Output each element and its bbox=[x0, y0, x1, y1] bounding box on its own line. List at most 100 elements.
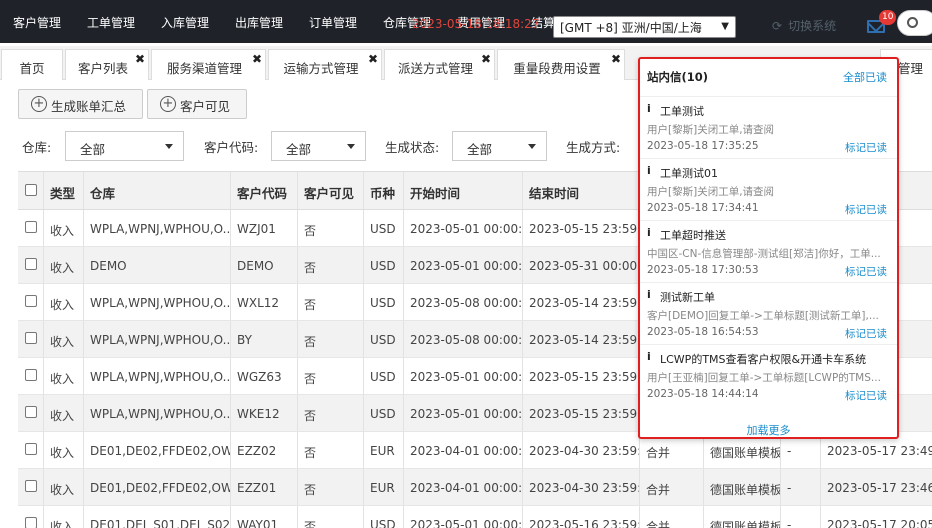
cell-currency: EUR bbox=[364, 469, 404, 505]
message-body: 用户[王亚楠]回复工单->工单标题[LCWP的TMS... bbox=[647, 372, 881, 384]
message-item[interactable]: i 工单测试 用户[黎斯]关闭工单,请查阅 2023-05-18 17:35:25 标记… bbox=[640, 96, 897, 158]
cell-code: EZZ02 bbox=[231, 432, 298, 468]
cell-warehouse: DE01,DE02,FFDE02,OW... bbox=[84, 469, 231, 505]
row-checkbox[interactable] bbox=[25, 517, 37, 528]
tab-customer-list[interactable]: 客户列表 ✖ bbox=[65, 49, 149, 80]
warehouse-filter-select[interactable]: 全部 bbox=[65, 131, 184, 161]
warehouse-filter-label: 仓库: bbox=[22, 140, 52, 155]
select-value: 全部 bbox=[286, 142, 312, 157]
cell-currency: USD bbox=[364, 321, 404, 357]
cell-currency: USD bbox=[364, 247, 404, 283]
switch-system-button[interactable]: ⟳ 切换系统 bbox=[772, 17, 836, 34]
search-icon bbox=[907, 17, 918, 28]
customer-visible-button[interactable]: + 客户可见 bbox=[147, 89, 247, 119]
close-icon[interactable]: ✖ bbox=[611, 52, 621, 66]
cell-visible: 否 bbox=[298, 506, 364, 528]
generate-bill-summary-button[interactable]: + 生成账单汇总 bbox=[18, 89, 143, 119]
row-checkbox[interactable] bbox=[25, 480, 37, 492]
message-date: 2023-05-18 17:35:25 bbox=[647, 140, 759, 152]
tab-label: 服务渠道管理 bbox=[166, 61, 242, 76]
close-icon[interactable]: ✖ bbox=[252, 52, 262, 66]
mark-read-link[interactable]: 标记已读 bbox=[845, 202, 887, 217]
cell-type: 收入 bbox=[44, 358, 84, 394]
cell-end: 2023-05-14 23:59:59 bbox=[523, 321, 640, 357]
cell-type: 收入 bbox=[44, 284, 84, 320]
cell-code: WXL12 bbox=[231, 284, 298, 320]
row-checkbox[interactable] bbox=[25, 258, 37, 270]
message-item[interactable]: i 工单测试01 用户[黎斯]关闭工单,请查阅 2023-05-18 17:34:41… bbox=[640, 158, 897, 220]
select-all-checkbox[interactable] bbox=[25, 184, 37, 196]
cell-c11: 2023-05-17 23:46:3 bbox=[827, 481, 932, 495]
row-select-cell bbox=[18, 432, 44, 468]
method-filter-label: 生成方式: bbox=[566, 140, 621, 155]
tab-weight-fee-settings[interactable]: 重量段费用设置 ✖ bbox=[497, 49, 625, 80]
status-filter-select[interactable]: 全部 bbox=[452, 131, 547, 161]
row-checkbox[interactable] bbox=[25, 443, 37, 455]
message-item[interactable]: i 测试新工单 客户[DEMO]回复工单->工单标题[测试新工单],... 2023-… bbox=[640, 282, 897, 344]
cell-code: DEMO bbox=[231, 247, 298, 283]
mark-all-read-link[interactable]: 全部已读 bbox=[843, 69, 887, 85]
cell-currency: USD bbox=[364, 395, 404, 431]
message-body: 用户[黎斯]关闭工单,请查阅 bbox=[647, 186, 775, 198]
cell-currency: EUR bbox=[364, 432, 404, 468]
cell-end: 2023-05-16 23:59:59 bbox=[523, 506, 640, 528]
message-item[interactable]: i 工单超时推送 中国区-CN-信息管理部-测试组[郑洁]你好，工单... 2023-… bbox=[640, 220, 897, 282]
cell-type: 收入 bbox=[44, 247, 84, 283]
mark-read-link[interactable]: 标记已读 bbox=[845, 140, 887, 155]
message-title: 工单测试01 bbox=[660, 167, 718, 180]
tab-delivery-method[interactable]: 派送方式管理 ✖ bbox=[384, 49, 495, 80]
cell-currency: USD bbox=[364, 284, 404, 320]
popup-title: 站内信(10) bbox=[647, 70, 709, 84]
nav-ticket-management[interactable]: 工单管理 bbox=[87, 14, 135, 31]
row-select-cell bbox=[18, 395, 44, 431]
cell-start: 2023-04-01 00:00:00 bbox=[404, 432, 523, 468]
tab-label: 运输方式管理 bbox=[283, 61, 359, 76]
cell-warehouse: WPLA,WPNJ,WPHOU,O... bbox=[84, 321, 231, 357]
tab-service-channel[interactable]: 服务渠道管理 ✖ bbox=[151, 49, 266, 80]
header-start-time: 开始时间 bbox=[404, 172, 523, 209]
cell-start: 2023-05-01 00:00:00 bbox=[404, 358, 523, 394]
tab-home[interactable]: 首页 bbox=[1, 49, 63, 80]
row-checkbox[interactable] bbox=[25, 221, 37, 233]
table-row[interactable]: 收入 DE01,DE02,FFDE02,OW... EZZ01 否 EUR 2023-04… bbox=[18, 469, 932, 506]
cell-code: WAY01 bbox=[231, 506, 298, 528]
refresh-icon: ⟳ bbox=[772, 19, 783, 33]
cell-c10: - bbox=[781, 506, 821, 528]
row-checkbox[interactable] bbox=[25, 295, 37, 307]
cell-start: 2023-05-01 00:00:00 bbox=[404, 210, 523, 246]
plus-circle-icon: + bbox=[160, 96, 176, 112]
message-date: 2023-05-18 17:34:41 bbox=[647, 202, 759, 214]
cell-code: WKE12 bbox=[231, 395, 298, 431]
close-icon[interactable]: ✖ bbox=[481, 52, 491, 66]
mark-read-link[interactable]: 标记已读 bbox=[845, 264, 887, 279]
nav-order-management[interactable]: 订单管理 bbox=[309, 14, 357, 31]
nav-outbound-management[interactable]: 出库管理 bbox=[235, 14, 283, 31]
row-checkbox[interactable] bbox=[25, 369, 37, 381]
header-type: 类型 bbox=[44, 172, 84, 209]
cell-end: 2023-04-30 23:59:00 bbox=[523, 432, 640, 468]
message-item[interactable]: i LCWP的TMS查看客户权限&开通卡车系统 用户[王亚楠]回复工单->工单标题[… bbox=[640, 344, 897, 406]
cell-currency: USD bbox=[364, 506, 404, 528]
search-input[interactable] bbox=[897, 10, 932, 36]
close-icon[interactable]: ✖ bbox=[368, 52, 378, 66]
row-select-cell bbox=[18, 358, 44, 394]
nav-inbound-management[interactable]: 入库管理 bbox=[161, 14, 209, 31]
cell-type: 收入 bbox=[44, 432, 84, 468]
cell-code: WZJ01 bbox=[231, 210, 298, 246]
nav-customer-management[interactable]: 客户管理 bbox=[13, 14, 61, 31]
mark-read-link[interactable]: 标记已读 bbox=[845, 326, 887, 341]
row-select-cell bbox=[18, 284, 44, 320]
table-row[interactable]: 收入DE01,DEL S01,DEL S02,DEWAY01否USD2023-0… bbox=[18, 506, 932, 528]
customer-code-filter-select[interactable]: 全部 bbox=[271, 131, 366, 161]
cell-visible: 否 bbox=[298, 432, 364, 468]
cell-start: 2023-05-01 00:00:00 bbox=[404, 506, 523, 528]
load-more-link[interactable]: 加载更多 bbox=[640, 422, 897, 438]
timezone-select[interactable]: [GMT +8] 亚洲/中国/上海 ▼ bbox=[553, 16, 736, 38]
switch-system-label: 切换系统 bbox=[788, 19, 837, 33]
mark-read-link[interactable]: 标记已读 bbox=[845, 388, 887, 403]
row-checkbox[interactable] bbox=[25, 406, 37, 418]
tab-transport-method[interactable]: 运输方式管理 ✖ bbox=[268, 49, 382, 80]
cell-warehouse: DEMO bbox=[84, 247, 231, 283]
row-checkbox[interactable] bbox=[25, 332, 37, 344]
close-icon[interactable]: ✖ bbox=[135, 52, 145, 66]
